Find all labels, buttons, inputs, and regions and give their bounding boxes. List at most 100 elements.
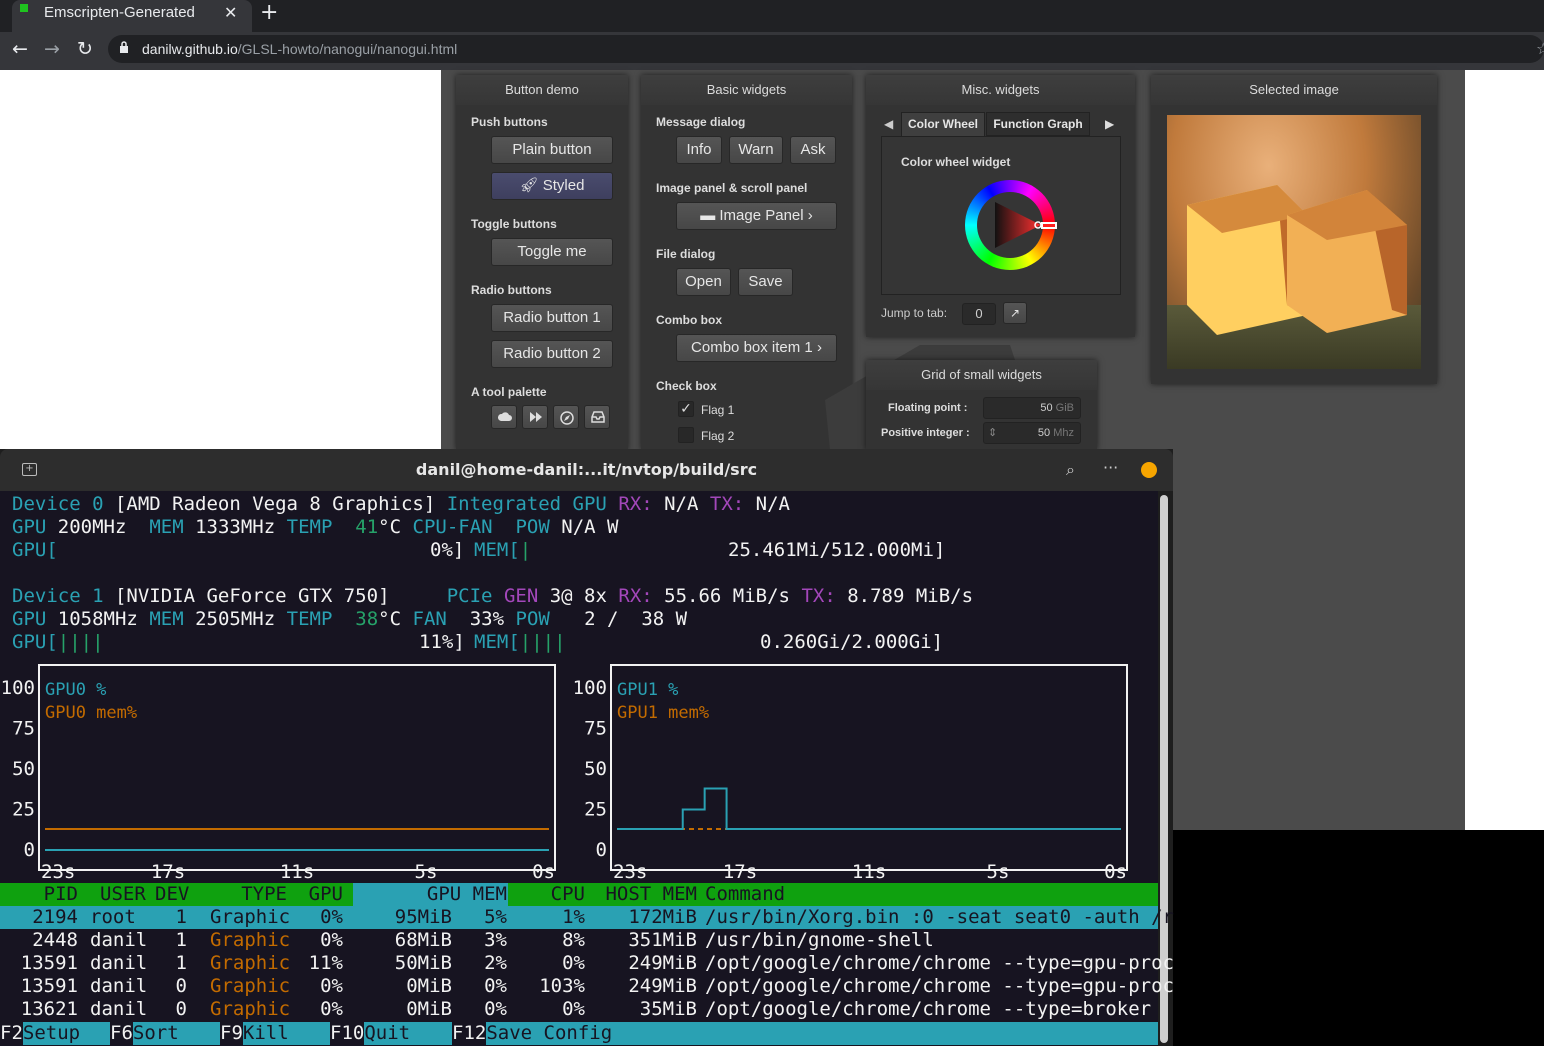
x-tick-label: 11s bbox=[852, 861, 886, 883]
new-tab-icon[interactable]: + bbox=[260, 0, 278, 25]
table-row[interactable]: 13591 danil 0 Graphic 0% 0MiB 0% 103% 249MiB/opt… bbox=[0, 975, 1174, 998]
fkey-quit[interactable]: F10Quit bbox=[330, 1022, 453, 1045]
column-header: GPU bbox=[308, 883, 343, 905]
radio-button-2[interactable]: Radio button 2 bbox=[491, 340, 613, 368]
radio-button-1[interactable]: Radio button 1 bbox=[491, 304, 613, 332]
image-panel-button[interactable]: ▬ Image Panel › bbox=[676, 202, 837, 230]
window-title[interactable]: Misc. widgets bbox=[866, 75, 1135, 105]
back-icon[interactable]: ← bbox=[12, 38, 28, 60]
gen-value: 3@ 8x bbox=[549, 585, 607, 607]
tab-function-graph[interactable]: Function Graph bbox=[986, 112, 1090, 136]
fkey-label: Save Config bbox=[486, 1022, 1159, 1045]
tab-scroll-left-icon[interactable]: ◀ bbox=[884, 117, 893, 131]
image-panel-label: Image panel & scroll panel bbox=[656, 181, 808, 195]
compass-icon[interactable] bbox=[553, 405, 579, 429]
save-button[interactable]: Save bbox=[738, 268, 793, 296]
positive-integer-input[interactable]: ⇕ 50 Mhz bbox=[983, 422, 1081, 444]
temp-unit: °C bbox=[378, 516, 402, 538]
styled-button-label: Styled bbox=[542, 177, 585, 194]
cloud-icon[interactable] bbox=[491, 405, 517, 429]
fkey-setup[interactable]: F2Setup bbox=[0, 1022, 111, 1045]
hue-selector[interactable] bbox=[1041, 222, 1057, 229]
device0-line1: Device 0 [AMD Radeon Vega 8 Graphics] In… bbox=[12, 493, 790, 516]
gpu-mem-pct-cell: 3% bbox=[484, 929, 507, 951]
browser-tab[interactable]: Emscripten-Generated ✕ bbox=[12, 0, 252, 32]
misc-widgets-window[interactable]: Misc. widgets ◀ Color Wheel Function Gra… bbox=[866, 75, 1135, 337]
positive-integer-value: 50 bbox=[1037, 427, 1051, 439]
selected-image-window[interactable]: Selected image bbox=[1151, 75, 1437, 384]
bookmark-star-icon[interactable]: ☆ bbox=[1536, 39, 1544, 58]
pid-cell: 13591 bbox=[20, 952, 78, 974]
fast-forward-icon[interactable] bbox=[522, 405, 548, 429]
device-type: Integrated GPU bbox=[446, 493, 607, 515]
color-wheel[interactable] bbox=[965, 180, 1057, 270]
fkey-save-config[interactable]: F12Save Config bbox=[452, 1022, 1159, 1045]
gpu-mem-cell: 0MiB bbox=[406, 998, 452, 1020]
push-buttons-label: Push buttons bbox=[471, 115, 548, 129]
toggle-buttons-label: Toggle buttons bbox=[471, 217, 557, 231]
command-cell: /opt/google/chrome/chrome --type=gpu-pro… bbox=[705, 952, 1174, 974]
styled-button[interactable]: 🚀︎ Styled bbox=[491, 172, 613, 200]
tab-color-wheel[interactable]: Color Wheel bbox=[901, 112, 985, 136]
y-tick-label: 75 bbox=[584, 718, 607, 740]
flag2-checkbox[interactable] bbox=[678, 427, 694, 443]
table-row[interactable]: 2194 root 1 Graphic 0% 95MiB 5% 1% 172MiB/usr/bi… bbox=[0, 906, 1174, 929]
combo-box[interactable]: Combo box item 1 › bbox=[676, 334, 837, 362]
info-button[interactable]: Info bbox=[676, 136, 722, 164]
forward-icon[interactable]: → bbox=[44, 38, 60, 60]
toggle-me-button[interactable]: Toggle me bbox=[491, 238, 613, 266]
jump-to-tab-input[interactable]: 0 bbox=[962, 303, 996, 325]
device0-mem-bar: MEM[| bbox=[474, 539, 531, 562]
device0-line3: GPU[ bbox=[12, 539, 58, 562]
temp-value: 38 bbox=[355, 608, 379, 630]
pow-value: 2 / 38 W bbox=[584, 608, 688, 630]
grid-widgets-window[interactable]: Grid of small widgets Floating point : 5… bbox=[866, 360, 1097, 450]
ask-button[interactable]: Ask bbox=[790, 136, 836, 164]
open-button[interactable]: Open bbox=[676, 268, 731, 296]
gpu-mem-cell: 0MiB bbox=[406, 975, 452, 997]
warn-button[interactable]: Warn bbox=[729, 136, 783, 164]
flag1-checkbox[interactable]: ✓ bbox=[678, 401, 694, 417]
combo-box-label: Combo box bbox=[656, 313, 722, 327]
dev-cell: 1 bbox=[175, 952, 187, 974]
window-title[interactable]: Button demo bbox=[456, 75, 628, 105]
mem-bar: | bbox=[519, 539, 532, 561]
fkey-label: Quit bbox=[364, 1022, 453, 1045]
table-row[interactable]: 13621 danil 0 Graphic 0% 0MiB 0% 0% 35MiB/opt/go… bbox=[0, 998, 1158, 1021]
table-row[interactable]: 2448 danil 1 Graphic 0% 68MiB 3% 8% 351MiB/usr/b… bbox=[0, 929, 1158, 952]
tool-palette-label: A tool palette bbox=[471, 385, 547, 399]
mem-bar: |||| bbox=[519, 631, 566, 653]
table-header[interactable]: PID USER DEV TYPE GPU GPU MEM CPU HOST MEM Comma… bbox=[0, 883, 1158, 906]
reload-icon[interactable]: ↻ bbox=[77, 38, 93, 60]
window-title[interactable]: Basic widgets bbox=[641, 75, 852, 105]
floating-point-unit: GiB bbox=[1055, 402, 1074, 414]
tab-scroll-right-icon[interactable]: ▶ bbox=[1105, 117, 1114, 131]
button-demo-window[interactable]: Button demo Push buttons Plain button 🚀︎… bbox=[456, 75, 628, 450]
jump-go-icon[interactable]: ↗ bbox=[1003, 302, 1027, 324]
message-dialog-label: Message dialog bbox=[656, 115, 746, 129]
table-row[interactable]: 13591 danil 1 Graphic 11% 50MiB 2% 0% 249MiB/opt… bbox=[0, 952, 1174, 975]
url-text: danilw.github.io/GLSL-howto/nanogui/nano… bbox=[142, 41, 457, 57]
desktop-area bbox=[1173, 840, 1544, 1046]
device1-mem-usage: 0.260Gi/2.000Gi] bbox=[760, 631, 944, 653]
plain-button[interactable]: Plain button bbox=[491, 136, 613, 164]
spin-arrows-icon[interactable]: ⇕ bbox=[988, 423, 997, 443]
device1-line1: Device 1 [NVIDIA GeForce GTX 750] PCIe G… bbox=[12, 585, 973, 608]
column-header: Command bbox=[705, 883, 786, 905]
fkey-key: F2 bbox=[0, 1022, 23, 1044]
dev-cell: 1 bbox=[175, 906, 187, 928]
inbox-icon[interactable] bbox=[584, 405, 610, 429]
fkey-kill[interactable]: F9Kill bbox=[220, 1022, 331, 1045]
fkey-sort[interactable]: F6Sort bbox=[110, 1022, 221, 1045]
gpu-cell: 0% bbox=[320, 998, 343, 1020]
window-title[interactable]: Selected image bbox=[1151, 75, 1437, 105]
floating-point-input[interactable]: 50 GiB bbox=[983, 397, 1081, 419]
temp-value: 41 bbox=[355, 516, 379, 538]
host-mem-cell: 249MiB bbox=[628, 952, 697, 974]
gpu-mem-pct-cell: 2% bbox=[484, 952, 507, 974]
basic-widgets-window[interactable]: Basic widgets Message dialog Info Warn A… bbox=[641, 75, 852, 450]
flag1-label: Flag 1 bbox=[701, 403, 735, 417]
close-tab-icon[interactable]: ✕ bbox=[224, 3, 237, 22]
window-title[interactable]: Grid of small widgets bbox=[866, 360, 1097, 390]
gpu-mem-cell: 95MiB bbox=[394, 906, 452, 928]
